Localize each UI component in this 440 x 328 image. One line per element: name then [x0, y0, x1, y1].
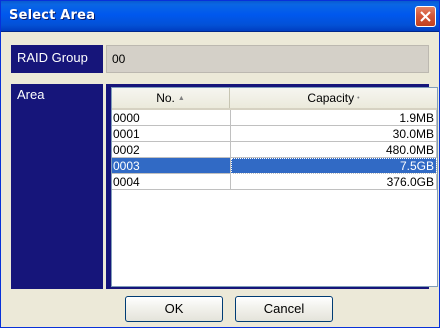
- close-icon: [420, 11, 431, 22]
- title-bar[interactable]: Select Area: [1, 1, 439, 32]
- cell-no: 0003: [112, 158, 231, 174]
- cell-capacity: 7.5GB: [231, 158, 437, 174]
- cell-capacity: 30.0MB: [231, 126, 437, 142]
- cell-no: 0001: [112, 126, 231, 142]
- column-header-no[interactable]: No. ▲: [112, 88, 230, 108]
- select-area-dialog: Select Area RAID Group 00 Area No. ▲ Capa…: [0, 0, 440, 328]
- raid-group-value: 00: [106, 45, 429, 73]
- table-header: No. ▲ Capacity •: [112, 88, 437, 110]
- column-header-capacity[interactable]: Capacity •: [230, 88, 437, 108]
- area-table[interactable]: No. ▲ Capacity • 0000 1.9MB 0001 30.0MB 00…: [111, 87, 438, 287]
- table-row[interactable]: 0003 7.5GB: [112, 158, 437, 174]
- cell-capacity: 480.0MB: [231, 142, 437, 158]
- sort-ascending-icon: ▲: [177, 94, 185, 102]
- raid-group-label: RAID Group: [11, 45, 103, 73]
- cell-no: 0004: [112, 174, 231, 190]
- cell-no: 0000: [112, 110, 231, 126]
- table-row[interactable]: 0002 480.0MB: [112, 142, 437, 158]
- cell-capacity: 1.9MB: [231, 110, 437, 126]
- cancel-button[interactable]: Cancel: [235, 296, 333, 322]
- ok-button[interactable]: OK: [125, 296, 223, 322]
- cell-capacity: 376.0GB: [231, 174, 437, 190]
- column-header-capacity-label: Capacity: [307, 91, 355, 105]
- window-title: Select Area: [9, 8, 96, 23]
- table-row[interactable]: 0001 30.0MB: [112, 126, 437, 142]
- area-label: Area: [11, 84, 103, 289]
- cell-no: 0002: [112, 142, 231, 158]
- column-header-no-label: No.: [156, 91, 175, 105]
- close-button[interactable]: [415, 6, 436, 27]
- table-row[interactable]: 0004 376.0GB: [112, 174, 437, 190]
- table-row[interactable]: 0000 1.9MB: [112, 110, 437, 126]
- sort-icon: •: [357, 94, 360, 102]
